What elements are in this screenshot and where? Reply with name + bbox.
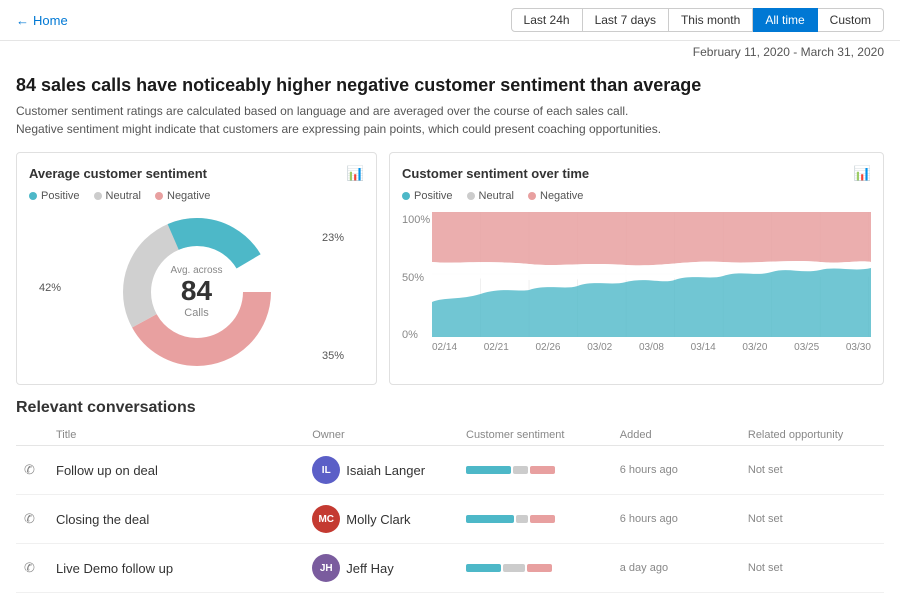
row3-title: Live Demo follow up bbox=[56, 561, 312, 576]
avg-sentiment-legend: Positive Neutral Negative bbox=[29, 190, 364, 202]
phone-icon-2: ✆ bbox=[24, 511, 56, 527]
donut-chart-container: Avg. across 84 Calls 23% 42% 35% bbox=[29, 212, 364, 372]
row2-added: 6 hours ago bbox=[620, 513, 748, 525]
home-label: Home bbox=[33, 13, 68, 28]
row3-sentiment bbox=[466, 564, 620, 572]
table-row: ✆ Follow up on deal IL Isaiah Langer 6 h… bbox=[16, 446, 884, 495]
export-icon[interactable]: 📊 bbox=[347, 165, 364, 182]
section-title-conversations: Relevant conversations bbox=[16, 399, 884, 417]
row2-sent-neu bbox=[516, 515, 528, 523]
x-label-0325: 03/25 bbox=[794, 342, 819, 353]
x-label-0314: 03/14 bbox=[691, 342, 716, 353]
col-header-opportunity: Related opportunity bbox=[748, 429, 876, 441]
row1-avatar: IL bbox=[312, 456, 340, 484]
x-label-0221: 02/21 bbox=[484, 342, 509, 353]
y-label-100: 100% bbox=[402, 214, 428, 226]
row1-added: 6 hours ago bbox=[620, 464, 748, 476]
area-chart-container: 100% 50% 0% bbox=[402, 212, 871, 367]
filter-custom[interactable]: Custom bbox=[818, 8, 884, 32]
ot-positive-dot bbox=[402, 192, 410, 200]
row2-owner: MC Molly Clark bbox=[312, 505, 466, 533]
legend-neutral: Neutral bbox=[94, 190, 141, 202]
row2-avatar: MC bbox=[312, 505, 340, 533]
row1-owner-name: Isaiah Langer bbox=[346, 463, 425, 478]
neutral-dot bbox=[94, 192, 102, 200]
table-header: Title Owner Customer sentiment Added Rel… bbox=[16, 425, 884, 446]
avg-sentiment-card: Average customer sentiment 📊 Positive Ne… bbox=[16, 152, 377, 385]
col-header-sentiment: Customer sentiment bbox=[466, 429, 620, 441]
top-nav: ← Home Last 24h Last 7 days This month A… bbox=[0, 0, 900, 41]
legend-positive: Positive bbox=[29, 190, 80, 202]
filter-alltime[interactable]: All time bbox=[753, 8, 817, 32]
row1-sent-pos bbox=[466, 466, 511, 474]
row2-opportunity: Not set bbox=[748, 513, 876, 525]
filter-last24h[interactable]: Last 24h bbox=[511, 8, 583, 32]
area-chart-svg bbox=[432, 212, 871, 337]
sentiment-over-time-title: Customer sentiment over time 📊 bbox=[402, 165, 871, 182]
filter-last7days[interactable]: Last 7 days bbox=[583, 8, 669, 32]
row3-owner: JH Jeff Hay bbox=[312, 554, 466, 582]
row1-title: Follow up on deal bbox=[56, 463, 312, 478]
donut-center: Avg. across 84 Calls bbox=[170, 265, 222, 319]
ot-legend-positive: Positive bbox=[402, 190, 453, 202]
col-header-added: Added bbox=[620, 429, 748, 441]
row1-opportunity: Not set bbox=[748, 464, 876, 476]
time-filters: Last 24h Last 7 days This month All time… bbox=[511, 8, 884, 32]
subtitle: Customer sentiment ratings are calculate… bbox=[16, 102, 884, 138]
row3-opportunity: Not set bbox=[748, 562, 876, 574]
export-icon-2[interactable]: 📊 bbox=[854, 165, 871, 182]
row2-title: Closing the deal bbox=[56, 512, 312, 527]
legend-negative: Negative bbox=[155, 190, 210, 202]
filter-thismonth[interactable]: This month bbox=[669, 8, 753, 32]
positive-dot bbox=[29, 192, 37, 200]
y-label-0: 0% bbox=[402, 329, 428, 341]
avg-sentiment-title: Average customer sentiment 📊 bbox=[29, 165, 364, 182]
donut-pct-neutral: 35% bbox=[322, 350, 344, 362]
row1-owner: IL Isaiah Langer bbox=[312, 456, 466, 484]
row1-sent-neu bbox=[513, 466, 528, 474]
y-label-50: 50% bbox=[402, 272, 428, 284]
row3-sent-neu bbox=[503, 564, 525, 572]
col-header-icon bbox=[24, 429, 56, 441]
ot-legend-negative: Negative bbox=[528, 190, 583, 202]
row3-sent-pos bbox=[466, 564, 501, 572]
row3-owner-name: Jeff Hay bbox=[346, 561, 393, 576]
x-label-0330: 03/30 bbox=[846, 342, 871, 353]
charts-row: Average customer sentiment 📊 Positive Ne… bbox=[16, 152, 884, 385]
row2-sentiment bbox=[466, 515, 620, 523]
ot-legend-neutral: Neutral bbox=[467, 190, 514, 202]
home-link[interactable]: ← Home bbox=[16, 13, 68, 28]
ot-negative-dot bbox=[528, 192, 536, 200]
donut-pct-negative: 42% bbox=[39, 282, 61, 294]
ot-neutral-dot bbox=[467, 192, 475, 200]
x-label-0320: 03/20 bbox=[742, 342, 767, 353]
date-range: February 11, 2020 - March 31, 2020 bbox=[0, 41, 900, 63]
row2-sent-pos bbox=[466, 515, 514, 523]
page-headline: 84 sales calls have noticeably higher ne… bbox=[16, 75, 884, 96]
x-label-0308: 03/08 bbox=[639, 342, 664, 353]
col-header-owner: Owner bbox=[312, 429, 466, 441]
table-row: ✆ Live Demo follow up JH Jeff Hay a day … bbox=[16, 544, 884, 593]
row2-owner-name: Molly Clark bbox=[346, 512, 410, 527]
back-arrow-icon: ← bbox=[16, 13, 29, 28]
over-time-legend: Positive Neutral Negative bbox=[402, 190, 871, 202]
row2-sent-neg bbox=[530, 515, 555, 523]
col-header-title: Title bbox=[56, 429, 312, 441]
row3-sent-neg bbox=[527, 564, 552, 572]
main-content: 84 sales calls have noticeably higher ne… bbox=[0, 63, 900, 605]
row3-added: a day ago bbox=[620, 562, 748, 574]
negative-dot bbox=[155, 192, 163, 200]
donut-pct-positive: 23% bbox=[322, 232, 344, 244]
table-row: ✆ Closing the deal MC Molly Clark 6 hour… bbox=[16, 495, 884, 544]
phone-icon-1: ✆ bbox=[24, 462, 56, 478]
row1-sent-neg bbox=[530, 466, 555, 474]
x-label-0226: 02/26 bbox=[535, 342, 560, 353]
x-label-0302: 03/02 bbox=[587, 342, 612, 353]
sentiment-over-time-card: Customer sentiment over time 📊 Positive … bbox=[389, 152, 884, 385]
row1-sentiment bbox=[466, 466, 620, 474]
row3-avatar: JH bbox=[312, 554, 340, 582]
phone-icon-3: ✆ bbox=[24, 560, 56, 576]
x-label-0214: 02/14 bbox=[432, 342, 457, 353]
